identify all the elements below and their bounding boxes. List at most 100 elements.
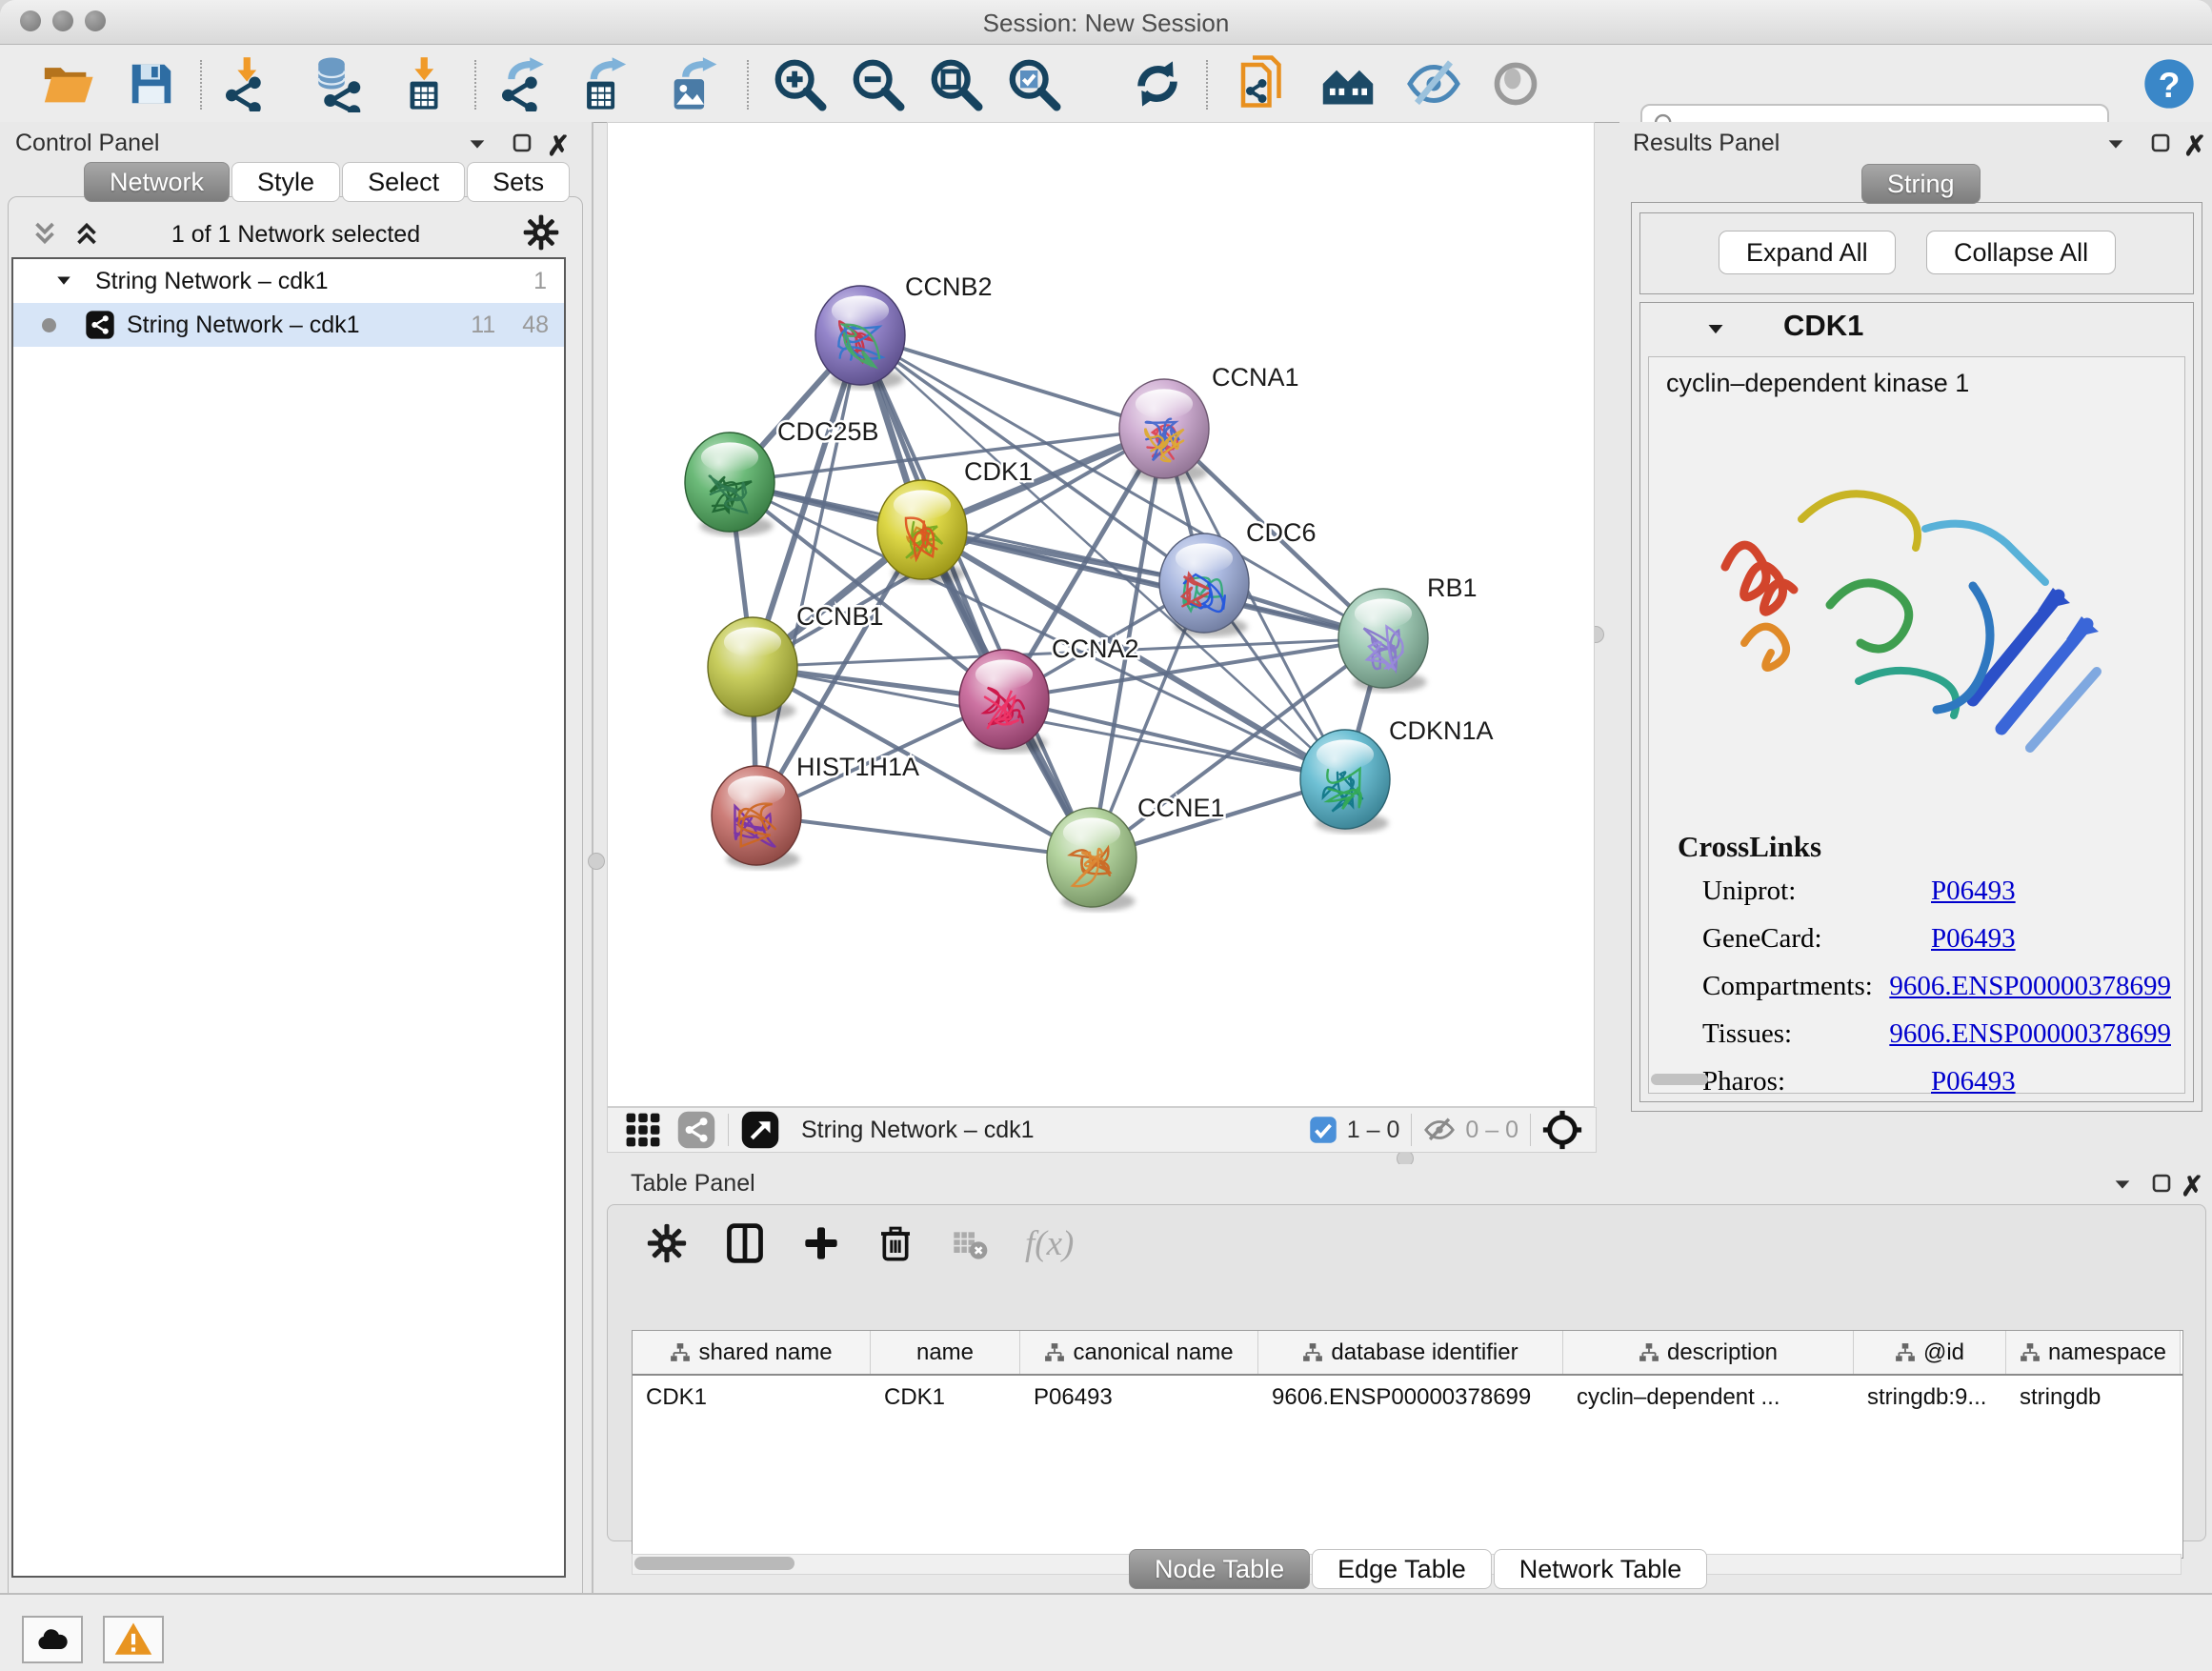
- control-panel-tabs: NetworkStyleSelectSets: [84, 162, 572, 202]
- table-cell[interactable]: CDK1: [871, 1376, 1020, 1419]
- detach-view-icon[interactable]: [740, 1110, 780, 1150]
- select-columns-icon[interactable]: [724, 1222, 766, 1264]
- edge-CCNB2-CCNA1[interactable]: [860, 335, 1164, 429]
- export-table-button[interactable]: [573, 54, 633, 113]
- network-share-icon[interactable]: [676, 1110, 716, 1150]
- expand-all-button[interactable]: Expand All: [1719, 231, 1896, 274]
- string-network-graph[interactable]: CCNB2CCNA1CDC25BCDK1CDC6RB1CCNB1CCNA2CDK…: [608, 123, 1594, 1106]
- cloud-status-button[interactable]: [22, 1616, 83, 1663]
- tab-network-table[interactable]: Network Table: [1494, 1549, 1708, 1589]
- collapse-panel-icon[interactable]: [465, 133, 490, 154]
- table-row[interactable]: CDK1CDK1P064939606.ENSP00000378699cyclin…: [633, 1376, 2182, 1419]
- float-panel-icon[interactable]: [2149, 131, 2172, 154]
- collapse-all-button[interactable]: Collapse All: [1926, 231, 2116, 274]
- help-icon: ?: [2142, 57, 2196, 111]
- add-column-icon[interactable]: [802, 1224, 840, 1262]
- node-CCNA1[interactable]: [1119, 379, 1209, 478]
- export-network-button[interactable]: [493, 54, 553, 113]
- float-panel-icon[interactable]: [2150, 1172, 2173, 1195]
- tab-sets[interactable]: Sets: [467, 162, 570, 202]
- column-header-description[interactable]: description: [1563, 1331, 1854, 1374]
- close-panel-icon[interactable]: ✗: [2181, 1170, 2203, 1203]
- zoom-selected-button[interactable]: [1004, 54, 1063, 113]
- network-options-gear-icon[interactable]: [522, 213, 560, 252]
- close-panel-icon[interactable]: ✗: [2183, 130, 2206, 163]
- zoom-fit-button[interactable]: [926, 54, 985, 113]
- collapse-panel-icon[interactable]: [2110, 1174, 2135, 1195]
- tab-edge-table[interactable]: Edge Table: [1312, 1549, 1492, 1589]
- import-network-from-file-button[interactable]: [217, 54, 276, 113]
- string-home-button[interactable]: [1318, 54, 1377, 113]
- column-header-database-identifier[interactable]: database identifier: [1258, 1331, 1563, 1374]
- open-session-button[interactable]: [38, 54, 97, 113]
- import-network-from-database-button[interactable]: [307, 54, 366, 113]
- export-image-button[interactable]: [663, 54, 722, 113]
- selected-checkbox[interactable]: [1309, 1116, 1337, 1144]
- show-hide-button[interactable]: [1404, 54, 1463, 113]
- node-label-CDK1: CDK1: [964, 457, 1033, 486]
- clone-network-button[interactable]: [1233, 54, 1292, 113]
- node-CCNA2[interactable]: [959, 650, 1049, 749]
- status-bar: Memory: [0, 1593, 2212, 1671]
- tab-string[interactable]: String: [1861, 164, 1981, 204]
- crosslink-value-link[interactable]: P06493: [1931, 876, 2016, 907]
- help-button[interactable]: ?: [2140, 54, 2199, 113]
- crosslink-value-link[interactable]: P06493: [1931, 923, 2016, 955]
- node-CDC6[interactable]: [1159, 534, 1249, 633]
- inner-scrollbar-thumb[interactable]: [1651, 1074, 1708, 1085]
- zoom-in-button[interactable]: [770, 54, 829, 113]
- node-CCNB1[interactable]: [708, 617, 797, 716]
- edge-HIST1H1A-CCNE1[interactable]: [756, 815, 1092, 857]
- edge-CCNA2-CDKN1A[interactable]: [1004, 699, 1345, 779]
- import-table-from-file-button[interactable]: [394, 54, 453, 113]
- node-CDC25B[interactable]: [685, 433, 774, 532]
- column-header-namespace[interactable]: namespace: [2006, 1331, 2181, 1374]
- birdseye-grid-icon[interactable]: [625, 1112, 661, 1148]
- node-CCNE1[interactable]: [1047, 808, 1136, 907]
- scrollbar-thumb[interactable]: [634, 1557, 794, 1570]
- table-cell[interactable]: P06493: [1020, 1376, 1258, 1419]
- crosshair-icon[interactable]: [1542, 1110, 1582, 1150]
- node-CDKN1A[interactable]: [1300, 730, 1390, 829]
- tab-network[interactable]: Network: [84, 162, 230, 202]
- crosslink-value-link[interactable]: P06493: [1931, 1066, 2016, 1097]
- table-cell[interactable]: cyclin–dependent ...: [1563, 1376, 1854, 1419]
- zoom-out-button[interactable]: [848, 54, 907, 113]
- column-header-name[interactable]: name: [871, 1331, 1020, 1374]
- section-expand-icon[interactable]: [1703, 320, 1728, 339]
- table-cell[interactable]: CDK1: [633, 1376, 871, 1419]
- table-panel-title: Table Panel: [631, 1170, 755, 1198]
- column-header-shared-name[interactable]: shared name: [633, 1331, 871, 1374]
- node-label-CDKN1A: CDKN1A: [1389, 716, 1494, 745]
- node-HIST1H1A[interactable]: [712, 766, 801, 865]
- close-panel-icon[interactable]: ✗: [547, 130, 570, 163]
- warnings-button[interactable]: [103, 1616, 164, 1663]
- collapse-panel-icon[interactable]: [2103, 133, 2128, 154]
- table-settings-gear-icon[interactable]: [646, 1222, 688, 1264]
- table-cell[interactable]: 9606.ENSP00000378699: [1258, 1376, 1563, 1419]
- crosslink-value-link[interactable]: 9606.ENSP00000378699: [1889, 1018, 2171, 1050]
- node-RB1[interactable]: [1338, 589, 1428, 688]
- float-panel-icon[interactable]: [511, 131, 533, 154]
- table-cell[interactable]: stringdb: [2006, 1376, 2181, 1419]
- left-splitter-handle[interactable]: [588, 853, 605, 870]
- delete-column-icon[interactable]: [876, 1222, 915, 1264]
- apply-layout-button[interactable]: [1128, 54, 1187, 113]
- column-header-canonical-name[interactable]: canonical name: [1020, 1331, 1258, 1374]
- node-CDK1[interactable]: [877, 480, 967, 579]
- disabled-view-button[interactable]: [1486, 54, 1545, 113]
- tab-node-table[interactable]: Node Table: [1129, 1549, 1310, 1589]
- column-header-id[interactable]: @id: [1854, 1331, 2006, 1374]
- column-header-label: canonical name: [1073, 1339, 1233, 1366]
- collection-expand-icon[interactable]: [53, 272, 74, 290]
- tab-select[interactable]: Select: [342, 162, 465, 202]
- network-collection-row[interactable]: String Network – cdk1 1: [13, 259, 564, 303]
- save-session-button[interactable]: [122, 54, 181, 113]
- network-row-selected[interactable]: String Network – cdk1 11 48: [13, 303, 564, 347]
- crosslink-value-link[interactable]: 9606.ENSP00000378699: [1889, 971, 2171, 1002]
- tab-style[interactable]: Style: [231, 162, 340, 202]
- node-CCNB2[interactable]: [815, 286, 905, 385]
- hidden-eye-icon[interactable]: [1423, 1114, 1456, 1146]
- table-cell[interactable]: stringdb:9...: [1854, 1376, 2006, 1419]
- network-canvas[interactable]: CCNB2CCNA1CDC25BCDK1CDC6RB1CCNB1CCNA2CDK…: [607, 122, 1595, 1107]
